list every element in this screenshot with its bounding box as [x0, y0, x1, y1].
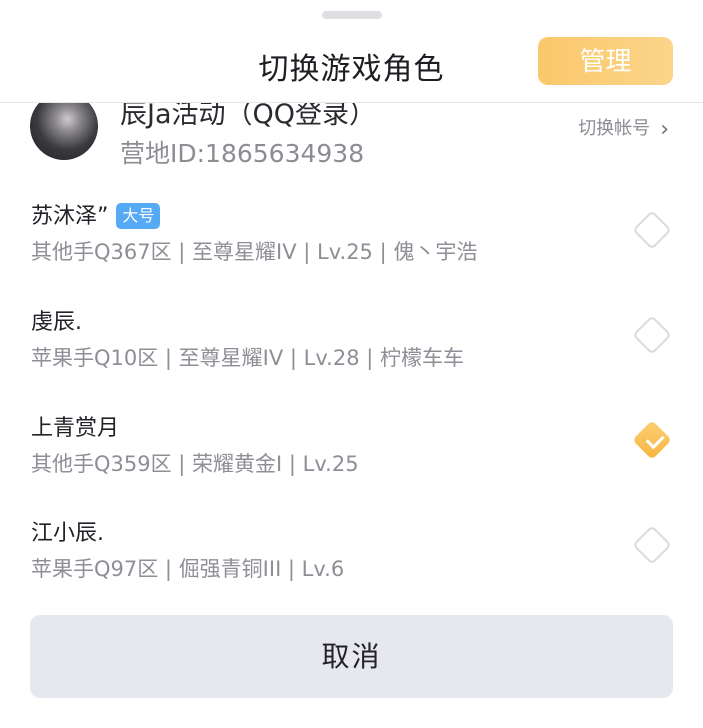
switch-account-label: 切换帐号	[578, 118, 651, 139]
camp-id: 营地ID:1865634938	[120, 139, 365, 168]
selected-check-icon[interactable]	[632, 420, 672, 460]
select-checkbox[interactable]	[632, 315, 672, 355]
role-name: 苏沐泽”	[31, 204, 109, 229]
checkmark-icon	[645, 430, 665, 450]
role-name: 江小辰.	[31, 521, 104, 546]
cancel-button[interactable]: 取消	[30, 615, 673, 698]
chevron-right-icon: ›	[660, 117, 669, 142]
role-name-wrap: 苏沐泽” 大号	[31, 198, 161, 230]
role-item[interactable]: 上青赏月 其他手Q359区 | 荣耀黄金I | Lv.25	[0, 410, 703, 510]
drag-handle[interactable]	[322, 11, 382, 19]
switch-role-sheet: 切换游戏角色 管理 辰Ja活动（QQ登录） 营地ID:1865634938 切换…	[0, 0, 703, 728]
select-checkbox[interactable]	[632, 210, 672, 250]
manage-button[interactable]: 管理	[538, 37, 673, 85]
role-item[interactable]: 江小辰. 苹果手Q97区 | 倔强青铜III | Lv.6	[0, 515, 703, 615]
role-detail: 其他手Q367区 | 至尊星耀IV | Lv.25 | 傀丶宇浩	[31, 240, 478, 264]
main-account-badge: 大号	[116, 203, 161, 229]
role-detail: 苹果手Q10区 | 至尊星耀IV | Lv.28 | 柠檬车车	[31, 346, 464, 370]
role-item[interactable]: 虔辰. 苹果手Q10区 | 至尊星耀IV | Lv.28 | 柠檬车车	[0, 304, 703, 404]
role-item[interactable]: 苏沐泽” 大号 其他手Q367区 | 至尊星耀IV | Lv.25 | 傀丶宇浩	[0, 198, 703, 298]
select-checkbox[interactable]	[632, 525, 672, 565]
role-detail: 其他手Q359区 | 荣耀黄金I | Lv.25	[31, 452, 359, 476]
role-detail: 苹果手Q97区 | 倔强青铜III | Lv.6	[31, 557, 345, 581]
switch-account-link[interactable]: 切换帐号 ›	[578, 114, 669, 142]
role-name: 虔辰.	[31, 310, 82, 335]
sheet-header: 切换游戏角色 管理	[0, 0, 703, 103]
role-name: 上青赏月	[31, 416, 120, 441]
